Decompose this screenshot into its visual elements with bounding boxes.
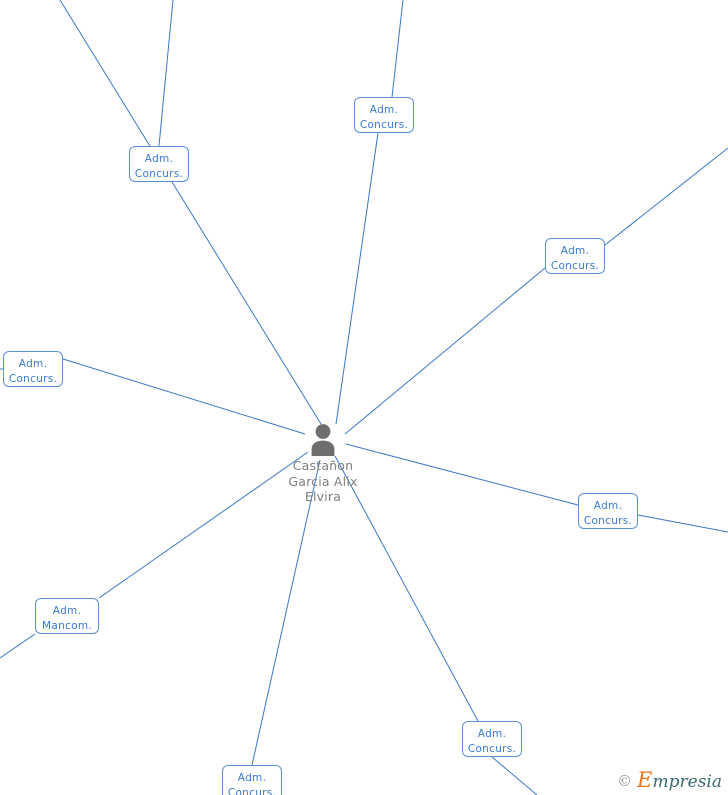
graph-node[interactable]: Adm. Concurs. — [578, 493, 638, 529]
graph-edge — [344, 267, 546, 435]
graph-node[interactable]: Adm. Concurs. — [222, 765, 282, 795]
graph-edge — [391, 0, 404, 98]
center-node[interactable]: Castañon Garcia Alix Elvira — [243, 422, 403, 505]
graph-node-label-line: Adm. — [369, 104, 399, 116]
graph-edge — [491, 756, 538, 795]
graph-node-label-line: Adm. — [144, 153, 174, 165]
graph-edge — [251, 459, 321, 766]
graph-edge — [637, 514, 728, 533]
watermark: © Empresia — [617, 770, 723, 792]
graph-node[interactable]: Adm. Mancom. — [35, 598, 99, 634]
copyright-icon: © — [617, 772, 633, 790]
graph-node-label-line: Concurs. — [227, 787, 277, 795]
graph-edge — [59, 0, 322, 425]
graph-node-label-line: Adm. — [52, 605, 82, 617]
graph-edge — [335, 132, 379, 425]
brand-rest: mpresia — [652, 772, 723, 792]
brand-initial: E — [637, 768, 653, 792]
graph-node-label-line: Mancom. — [41, 620, 92, 632]
graph-node-label-line: Adm. — [560, 245, 590, 257]
graph-node-label-line: Concurs. — [359, 119, 409, 131]
graph-node[interactable]: Adm. Concurs. — [545, 238, 605, 274]
center-node-label-line: Elvira — [304, 489, 342, 504]
graph-node[interactable]: Adm. Concurs. — [3, 351, 63, 387]
graph-edge — [604, 147, 728, 246]
graph-edge — [158, 0, 174, 147]
graph-node-label-line: Adm. — [237, 772, 267, 784]
graph-node[interactable]: Adm. Concurs. — [354, 97, 414, 133]
empresia-logo: Empresia — [637, 770, 723, 792]
graph-edge — [0, 633, 36, 659]
graph-node[interactable]: Adm. Concurs. — [129, 146, 189, 182]
network-graph-canvas: Adm. Concurs. Adm. Concurs. Adm. Concurs. Adm.… — [0, 0, 728, 795]
center-node-label: Castañon Garcia Alix Elvira — [243, 458, 403, 505]
graph-node-label-line: Concurs. — [134, 168, 184, 180]
graph-node-label-line: Adm. — [18, 358, 48, 370]
center-node-label-line: Garcia Alix — [288, 473, 358, 489]
center-node-label-line: Castañon — [292, 458, 354, 473]
graph-node-label-line: Adm. — [593, 500, 623, 512]
graph-node-label-line: Concurs. — [467, 743, 517, 755]
graph-node-label-line: Concurs. — [8, 373, 58, 385]
graph-node-label-line: Concurs. — [550, 260, 600, 272]
person-icon — [311, 424, 335, 456]
graph-node-label-line: Concurs. — [583, 515, 633, 527]
graph-node-label-line: Adm. — [477, 728, 507, 740]
graph-node[interactable]: Adm. Concurs. — [462, 721, 522, 757]
